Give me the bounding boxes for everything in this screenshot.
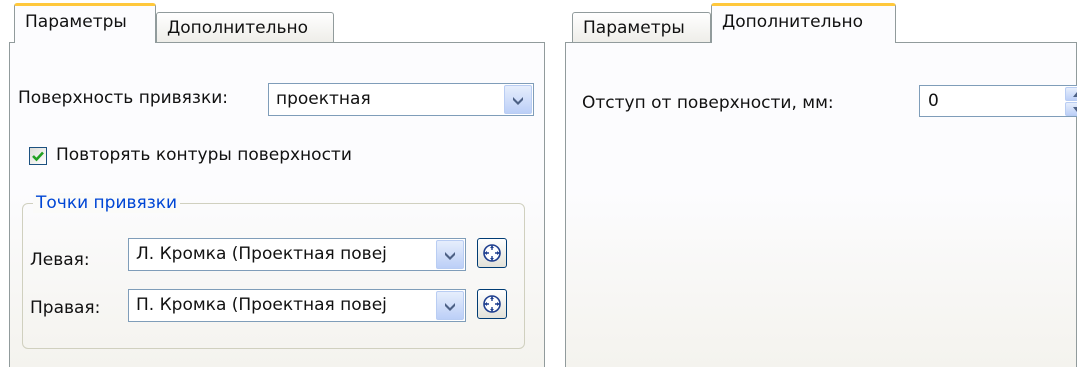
offset-spin-buttons [1065, 87, 1077, 116]
tab-additional-label: Дополнительно [722, 12, 863, 32]
surface-dropdown-value: проектная [276, 89, 371, 109]
right-anchor-pick-button[interactable] [477, 289, 507, 319]
repeat-contours-checkbox[interactable] [29, 147, 47, 165]
right-anchor-label: Правая: [30, 298, 101, 318]
left-dialog-panel: Параметры Дополнительно Поверхность прив… [0, 0, 545, 367]
tab-parameters-label: Параметры [25, 12, 127, 32]
left-anchor-value: Л. Кромка (Проектная повеј [136, 244, 387, 264]
surface-label: Поверхность привязки: [18, 88, 228, 108]
right-dialog-panel: Параметры Дополнительно Отступ от поверх… [562, 0, 1077, 367]
offset-spinbox[interactable]: 0 [919, 85, 1077, 117]
chevron-down-icon [445, 303, 455, 311]
left-anchor-label: Левая: [30, 250, 90, 270]
tab-parameters[interactable]: Параметры [14, 3, 156, 43]
left-anchor-dropdown[interactable]: Л. Кромка (Проектная повеј [128, 238, 466, 271]
chevron-down-icon [445, 252, 455, 260]
tab-additional[interactable]: Дополнительно [156, 12, 334, 46]
spin-down-button[interactable] [1065, 102, 1077, 116]
chevron-down-icon [513, 97, 523, 105]
spin-down-icon [1073, 107, 1077, 112]
left-anchor-dropdown-button[interactable] [436, 240, 464, 269]
tab-additional-label: Дополнительно [167, 18, 308, 38]
additional-page: Отступ от поверхности, мм: 0 [565, 42, 1077, 367]
right-anchor-dropdown-button[interactable] [436, 291, 464, 320]
left-anchor-pick-button[interactable] [477, 238, 507, 268]
tab-parameters-label: Параметры [583, 18, 685, 38]
crosshair-icon [483, 244, 501, 262]
anchor-points-group [22, 203, 525, 349]
offset-label: Отступ от поверхности, мм: [582, 93, 834, 113]
tab-additional[interactable]: Дополнительно [711, 3, 896, 43]
surface-dropdown[interactable]: проектная [268, 83, 534, 116]
repeat-contours-label[interactable]: Повторять контуры поверхности [56, 145, 352, 165]
spin-up-button[interactable] [1065, 87, 1077, 101]
right-anchor-value: П. Кромка (Проектная повеј [136, 295, 387, 315]
checkmark-icon [32, 151, 44, 162]
tab-parameters[interactable]: Параметры [572, 12, 711, 46]
spin-up-icon [1073, 92, 1077, 97]
offset-value: 0 [928, 91, 939, 111]
crosshair-icon [483, 295, 501, 313]
anchor-points-title: Точки привязки [33, 193, 181, 213]
parameters-page: Поверхность привязки: проектная Повторят… [9, 42, 545, 367]
surface-dropdown-button[interactable] [504, 85, 532, 114]
right-anchor-dropdown[interactable]: П. Кромка (Проектная повеј [128, 289, 466, 322]
